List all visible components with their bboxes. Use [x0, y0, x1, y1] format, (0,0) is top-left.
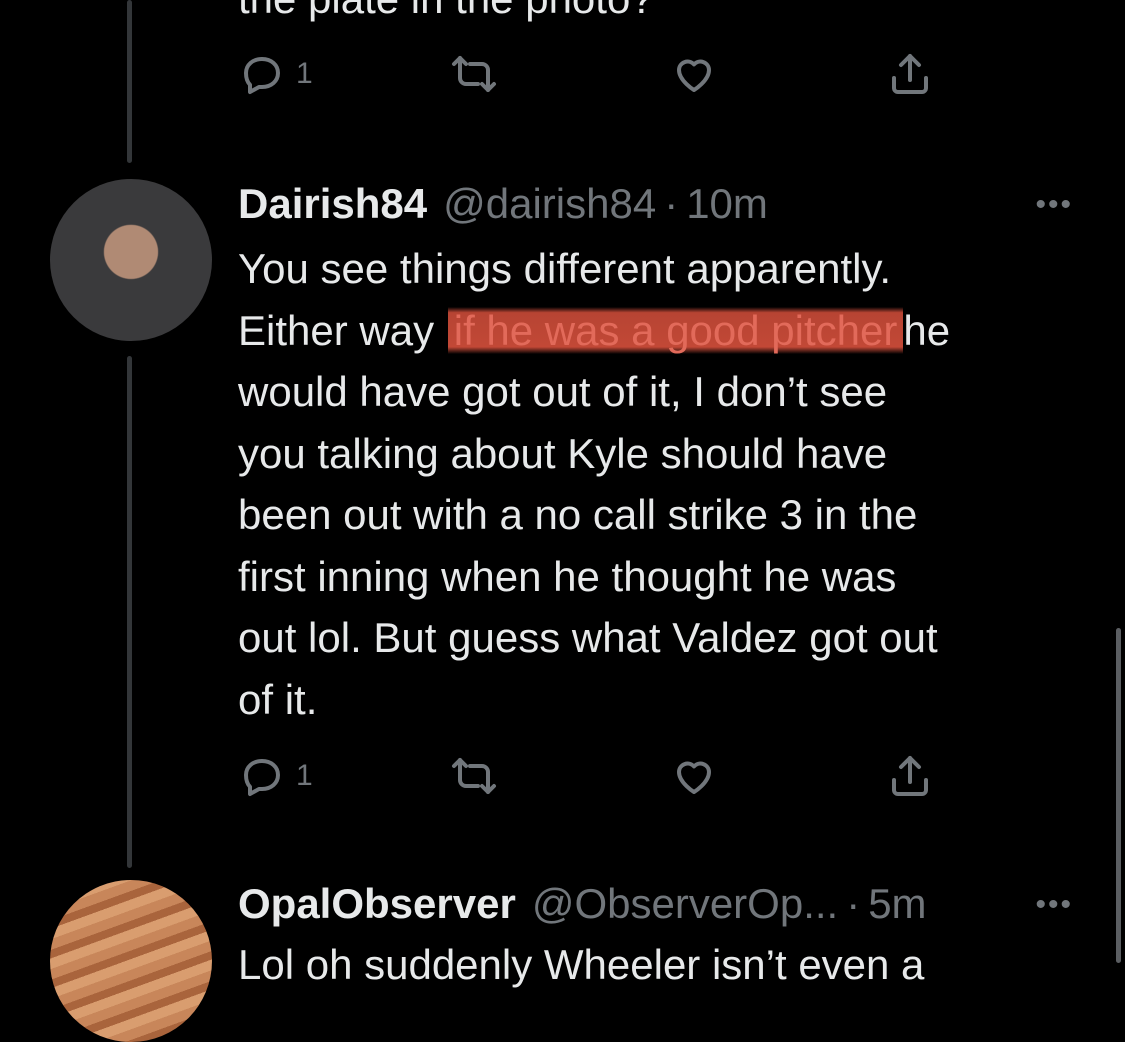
display-name[interactable]: OpalObserver	[238, 880, 516, 928]
retweet-button[interactable]	[450, 752, 498, 800]
tweet-header: OpalObserver @ObserverOp... · 5m	[238, 880, 927, 928]
previous-tweet-text: the plate in the photo?	[238, 0, 654, 24]
more-icon[interactable]: •••	[1035, 188, 1073, 222]
tweet-line: you talking about Kyle should have	[238, 429, 888, 477]
share-icon	[892, 54, 928, 94]
reply-count: 1	[296, 57, 313, 90]
timestamp[interactable]: 5m	[868, 880, 926, 928]
separator-dot: ·	[846, 880, 861, 927]
like-icon	[677, 59, 711, 92]
tweet-line: first inning when he thought he was	[238, 552, 897, 600]
reply-count: 1	[296, 759, 313, 792]
highlighted-text: if he was a good pitcher	[447, 306, 904, 354]
retweet-icon	[452, 56, 496, 92]
retweet-button[interactable]	[450, 50, 498, 98]
tweet-text-segment: he	[903, 306, 951, 354]
tweet-line: Either way if he was a good pitcher he	[238, 300, 1068, 362]
timestamp[interactable]: 10m	[686, 180, 768, 228]
tweet-text-segment: Either way	[238, 306, 435, 354]
tweet-line: of it.	[238, 675, 318, 723]
tweet-text: You see things different apparently. Eit…	[238, 238, 1068, 730]
thread-connector	[127, 356, 132, 868]
display-name[interactable]: Dairish84	[238, 180, 427, 228]
share-button[interactable]	[886, 50, 934, 98]
tweet-line: would have got out of it, I don’t see	[238, 368, 888, 415]
retweet-icon	[452, 758, 496, 794]
share-button[interactable]	[886, 752, 934, 800]
thread-connector-top	[127, 0, 132, 163]
user-handle[interactable]: @dairish84	[443, 180, 656, 228]
separator-dot: ·	[664, 180, 679, 227]
share-icon	[892, 756, 928, 796]
user-handle[interactable]: @ObserverOp...	[532, 880, 838, 928]
scrollbar[interactable]	[1116, 628, 1121, 963]
avatar[interactable]	[50, 179, 212, 341]
reply-icon	[244, 57, 280, 94]
previous-tweet-actions: 1	[238, 50, 958, 100]
like-button[interactable]	[670, 50, 718, 98]
reply-icon	[244, 759, 280, 796]
tweet-header: Dairish84 @dairish84 · 10m	[238, 180, 768, 228]
tweet-line: out lol. But guess what Valdez got out	[238, 614, 938, 661]
tweet-line: been out with a no call strike 3 in the	[238, 491, 918, 538]
tweet-actions: 1	[238, 752, 958, 802]
reply-button[interactable]: 1	[238, 752, 313, 800]
tweet-line: You see things different apparently.	[238, 245, 892, 292]
like-icon	[677, 761, 711, 794]
like-button[interactable]	[670, 752, 718, 800]
more-icon[interactable]: •••	[1035, 888, 1073, 922]
avatar[interactable]	[50, 880, 212, 1042]
next-tweet-text: Lol oh suddenly Wheeler isn’t even a	[238, 941, 925, 988]
reply-button[interactable]: 1	[238, 50, 313, 98]
